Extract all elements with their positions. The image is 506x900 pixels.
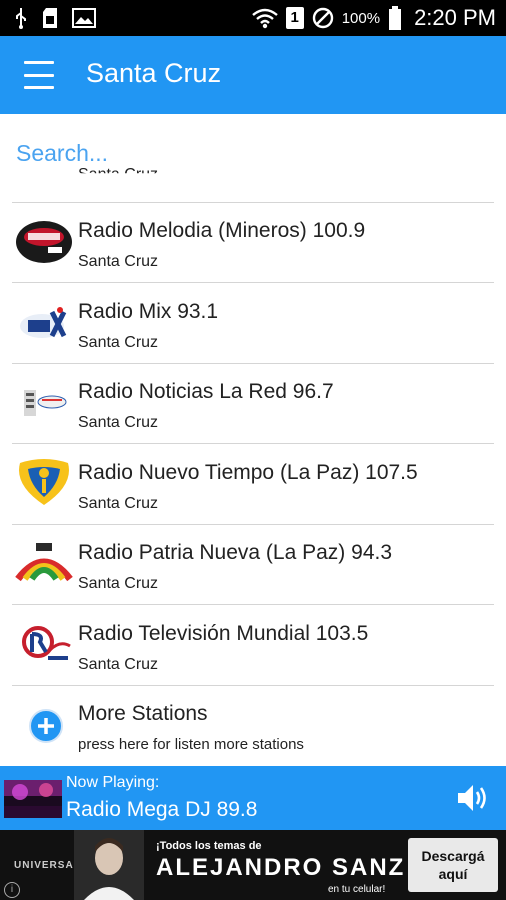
station-item-radio-noticias-la-red[interactable]: Radio Noticias La Red 96.7 Santa Cruz <box>0 364 506 444</box>
station-item-radio-television-mundial[interactable]: Radio Televisión Mundial 103.5 Santa Cru… <box>0 606 506 686</box>
usb-icon <box>16 8 26 29</box>
divider <box>12 282 494 283</box>
station-title: Radio Nuevo Tiempo (La Paz) 107.5 <box>78 461 418 484</box>
station-subtitle: Santa Cruz <box>78 575 159 592</box>
station-item-radio-melodia[interactable]: Radio Melodia (Mineros) 100.9 Santa Cruz <box>0 203 506 283</box>
ad-headline: ALEJANDRO SANZ <box>156 854 406 881</box>
station-item-radio-mix[interactable]: Radio Mix 93.1 Santa Cruz <box>0 284 506 364</box>
now-playing-station: Radio Mega DJ 89.8 <box>66 798 258 821</box>
station-title: Radio Melodia (Mineros) 100.9 <box>78 219 366 242</box>
station-list[interactable]: Santa Cruz Radio Melodia (Mineros) 100.9… <box>0 166 506 766</box>
station-item-radio-nuevo-tiempo[interactable]: Radio Nuevo Tiempo (La Paz) 107.5 Santa … <box>0 445 506 525</box>
radio-patria-nueva-logo <box>15 543 73 582</box>
station-subtitle: Santa Cruz <box>78 414 159 431</box>
sim-1-icon: 1 <box>285 7 304 29</box>
battery-percent: 100% <box>341 9 381 27</box>
now-playing-label: Now Playing: <box>66 774 160 791</box>
status-bar: 1 100% 2:20 PM <box>0 0 506 36</box>
radio-melodia-logo <box>16 221 72 263</box>
more-stations-title: More Stations <box>78 702 208 725</box>
radio-mix-logo <box>20 307 67 338</box>
station-title: Radio Televisión Mundial 103.5 <box>78 622 369 645</box>
radio-nuevo-tiempo-logo <box>19 459 69 505</box>
clock: 2:20 PM <box>414 5 496 30</box>
add-circle-icon <box>29 709 63 743</box>
ad-info-icon[interactable]: i <box>4 882 20 898</box>
divider <box>12 604 494 605</box>
status-icons-left <box>14 6 96 30</box>
hamburger-menu-icon[interactable] <box>24 61 54 89</box>
radio-television-mundial-logo <box>22 626 71 660</box>
image-icon <box>72 8 96 28</box>
station-subtitle: Santa Cruz <box>78 334 159 351</box>
station-title: Radio Noticias La Red 96.7 <box>78 380 334 403</box>
more-stations-subtitle: press here for listen more stations <box>78 736 304 753</box>
station-title: Radio Patria Nueva (La Paz) 94.3 <box>78 541 393 564</box>
page-title: Santa Cruz <box>86 58 222 88</box>
more-stations-item[interactable]: More Stations press here for listen more… <box>0 686 506 766</box>
status-icons-right: 1 100% 2:20 PM <box>251 3 496 33</box>
ad-line1: ¡Todos los temas de <box>156 840 262 852</box>
station-title: Radio Mix 93.1 <box>78 300 219 323</box>
now-playing-bar[interactable]: Now Playing: Radio Mega DJ 89.8 <box>0 766 506 830</box>
divider <box>12 443 494 444</box>
station-subtitle: Santa Cruz <box>78 253 159 270</box>
sd-card-icon <box>43 8 57 28</box>
station-subtitle: Santa Cruz <box>78 495 159 512</box>
search-input[interactable] <box>16 140 486 167</box>
ad-download-button[interactable]: Descargá aquí <box>408 838 498 892</box>
do-not-disturb-icon <box>312 7 333 29</box>
now-playing-thumbnail <box>4 780 62 818</box>
battery-icon <box>389 6 402 30</box>
partial-item-subtitle: Santa Cruz <box>78 166 159 183</box>
ad-banner[interactable]: UNIVERSAL ¡Todos los temas de ALEJANDRO … <box>0 830 506 900</box>
radio-noticias-la-red-logo <box>24 390 67 416</box>
ad-line2: en tu celular! <box>328 884 386 895</box>
station-item-radio-patria-nueva[interactable]: Radio Patria Nueva (La Paz) 94.3 Santa C… <box>0 525 506 605</box>
station-subtitle: Santa Cruz <box>78 656 159 673</box>
app-bar: Santa Cruz <box>0 36 506 114</box>
ad-artist-image <box>74 830 144 900</box>
wifi-icon <box>251 8 278 29</box>
ad-brand: UNIVERSAL <box>14 860 81 871</box>
volume-icon[interactable] <box>456 782 490 814</box>
